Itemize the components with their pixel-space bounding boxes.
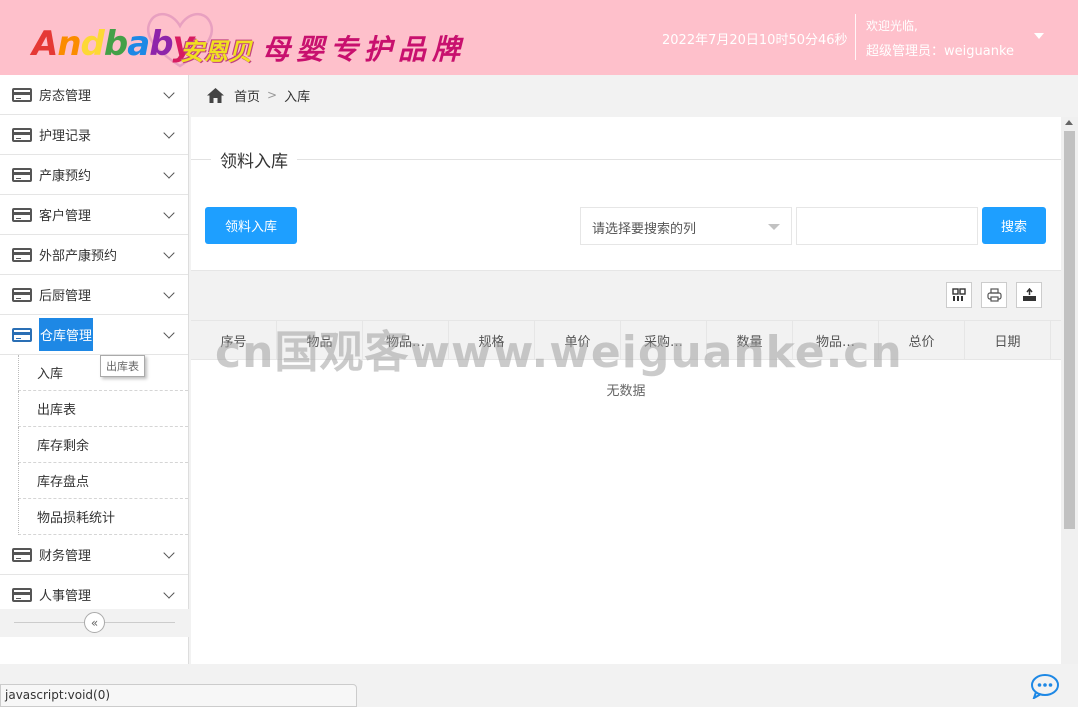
chevron-down-icon [163,167,175,179]
chevron-down-icon [163,127,175,139]
chat-bubble-icon[interactable] [1030,673,1060,699]
table-toolbar [191,270,1061,320]
card-icon [12,247,32,262]
sidebar-item-postpartum-booking[interactable]: 产康预约 [0,155,188,195]
sidebar-nav: 房态管理 护理记录 产康预约 客户管理 外部产康预约 后厨管理 仓库管理 入库 … [0,75,189,664]
header-divider [855,14,856,60]
submenu-item-loss-stats[interactable]: 物品损耗统计 [18,499,188,535]
print-button[interactable] [981,282,1007,308]
scroll-up-arrow-icon[interactable] [1065,120,1073,125]
collapse-sidebar-icon[interactable]: « [84,612,105,633]
card-icon [12,327,32,342]
sidebar-item-customers[interactable]: 客户管理 [0,195,188,235]
card-icon [12,127,32,142]
chevron-down-icon [163,207,175,219]
submenu-item-inventory-remaining[interactable]: 库存剩余 [18,427,188,463]
chevron-down-icon [163,87,175,99]
card-icon [12,87,32,102]
welcome-text: 欢迎光临, [866,19,918,33]
chevron-down-icon [163,247,175,259]
sidebar-item-kitchen[interactable]: 后厨管理 [0,275,188,315]
sidebar-item-label: 护理记录 [39,129,92,144]
submenu-item-label: 库存剩余 [37,439,90,454]
sidebar-item-warehouse[interactable]: 仓库管理 [0,315,188,355]
sidebar-item-label: 外部产康预约 [39,249,118,264]
search-column-select[interactable]: 请选择要搜索的列 [580,207,792,245]
card-icon [12,547,32,562]
sidebar-collapse-bar: « [0,609,189,637]
sidebar-item-room-status[interactable]: 房态管理 [0,75,188,115]
printer-icon [986,288,1002,302]
sidebar-item-label: 客户管理 [39,209,92,224]
brand-slogan: 母婴专护品牌 [262,33,467,66]
hover-tooltip: 出库表 [100,355,145,377]
card-icon [12,287,32,302]
column-header[interactable]: 日期 [965,321,1051,359]
empty-table-message: 无数据 [606,384,646,399]
search-button[interactable]: 搜索 [982,207,1046,244]
caret-down-icon [768,224,780,230]
submenu-item-label: 出库表 [37,403,77,418]
vertical-scrollbar[interactable] [1061,117,1078,664]
chevron-down-icon [163,327,175,339]
home-icon [207,87,224,103]
chevron-down-icon [163,287,175,299]
sidebar-item-finance[interactable]: 财务管理 [0,535,188,575]
sidebar-item-care-records[interactable]: 护理记录 [0,115,188,155]
submenu-item-label: 入库 [37,367,64,382]
submenu-item-stock-out[interactable]: 出库表 [18,391,188,427]
breadcrumb-home[interactable]: 首页 [234,86,260,105]
select-placeholder: 请选择要搜索的列 [592,222,697,237]
sidebar-item-label: 房态管理 [39,89,92,104]
browser-status-bar: javascript:void(0) [0,684,357,707]
add-stock-in-button[interactable]: 领料入库 [205,207,297,244]
main-panel: 领料入库 领料入库 请选择要搜索的列 搜索 序号 物品 物品… 规格 单价 采购… [191,117,1061,664]
submenu-item-inventory-check[interactable]: 库存盘点 [18,463,188,499]
breadcrumb-separator: > [267,88,278,102]
brand-name: Andbaby [32,24,195,64]
card-icon [12,167,32,182]
sidebar-item-label: 人事管理 [39,589,92,604]
search-input[interactable] [796,207,978,245]
sidebar-item-external-booking[interactable]: 外部产康预约 [0,235,188,275]
submenu-item-label: 库存盘点 [37,475,90,490]
card-icon [12,207,32,222]
warehouse-submenu: 入库 出库表 库存剩余 库存盘点 物品损耗统计 [0,355,188,535]
breadcrumb-current: 入库 [284,89,311,105]
columns-filter-button[interactable] [946,282,972,308]
sidebar-item-label: 后厨管理 [39,289,92,304]
breadcrumb: 首页 > 入库 [190,75,1078,115]
grid-columns-icon [952,288,966,301]
brand-logo[interactable]: Andbaby 安恩贝 母婴专护品牌 [30,6,470,70]
sidebar-item-label: 仓库管理 [39,318,94,351]
title-divider [191,159,1061,160]
brand-name-cn: 安恩贝 [180,38,252,66]
export-button[interactable] [1016,282,1042,308]
admin-user-name[interactable]: 超级管理员：weiguanke [866,40,1014,59]
chevron-down-icon [163,547,175,559]
chevron-down-icon [163,587,175,599]
page-title: 领料入库 [211,147,297,172]
scrollbar-thumb[interactable] [1064,131,1075,529]
current-datetime: 2022年7月20日10时50分46秒 [662,33,848,48]
submenu-item-label: 物品损耗统计 [37,511,116,526]
sidebar-item-label: 产康预约 [39,169,92,184]
watermark-text: cn国观客www.weiguanke.cn [215,327,903,378]
top-header: Andbaby 安恩贝 母婴专护品牌 2022年7月20日10时50分46秒 欢… [0,0,1078,75]
card-icon [12,587,32,602]
export-icon [1022,288,1036,301]
sidebar-item-label: 财务管理 [39,549,92,564]
status-url: javascript:void(0) [5,688,111,702]
user-menu-caret-icon[interactable] [1034,33,1044,39]
